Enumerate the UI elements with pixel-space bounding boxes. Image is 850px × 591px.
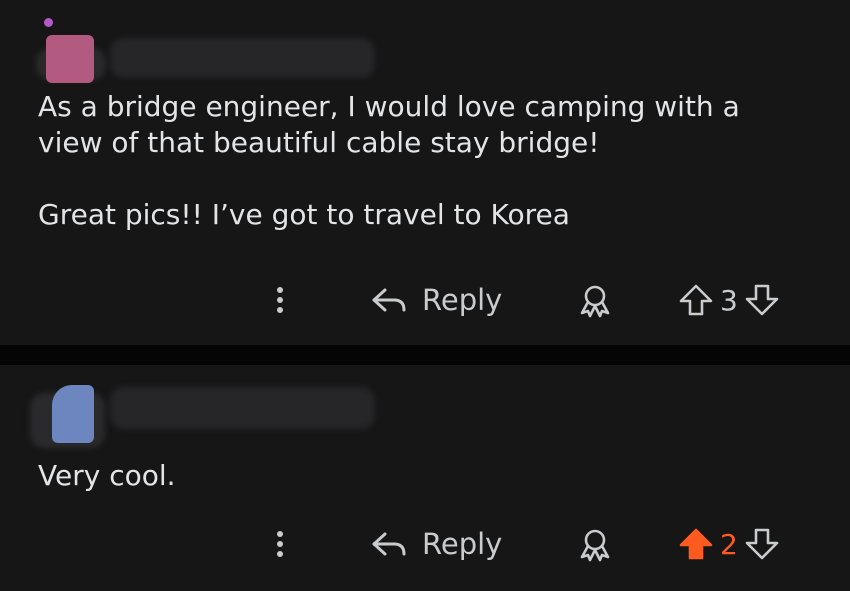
more-options-button[interactable] bbox=[268, 270, 292, 330]
award-icon bbox=[580, 529, 610, 562]
more-vertical-icon-dot bbox=[277, 307, 283, 313]
reply-label: Reply bbox=[422, 283, 503, 317]
upvote-arrow-icon[interactable] bbox=[678, 282, 714, 318]
award-button[interactable] bbox=[577, 526, 613, 562]
more-vertical-icon-dot bbox=[277, 297, 283, 303]
action-bar: Reply 3 bbox=[0, 270, 850, 330]
vote-score: 2 bbox=[720, 527, 738, 561]
avatar[interactable] bbox=[46, 35, 94, 83]
reply-button[interactable]: Reply bbox=[370, 514, 502, 574]
more-vertical-icon-dot bbox=[277, 541, 283, 547]
comment-1: As a bridge engineer, I would love campi… bbox=[0, 0, 850, 345]
reply-arrow-icon bbox=[372, 532, 406, 556]
comment-body: Very cool. bbox=[38, 459, 176, 492]
reply-button[interactable]: Reply bbox=[370, 270, 502, 330]
more-vertical-icon-dot bbox=[277, 551, 283, 557]
reply-label: Reply bbox=[422, 527, 503, 561]
vote-score: 3 bbox=[720, 283, 738, 317]
action-bar: Reply 2 bbox=[0, 514, 850, 574]
more-vertical-icon bbox=[277, 531, 283, 537]
more-vertical-icon bbox=[277, 287, 283, 293]
award-icon bbox=[580, 285, 610, 318]
vote-controls: 3 bbox=[678, 270, 780, 330]
vote-controls: 2 bbox=[678, 514, 780, 574]
comment-body: As a bridge engineer, I would love campi… bbox=[38, 90, 740, 231]
avatar-badge bbox=[44, 18, 53, 27]
comment-separator bbox=[0, 345, 850, 365]
downvote-arrow-icon[interactable] bbox=[744, 526, 780, 562]
redacted-username bbox=[110, 387, 375, 429]
reply-arrow-icon bbox=[372, 288, 406, 312]
upvote-arrow-icon[interactable] bbox=[678, 526, 714, 562]
avatar[interactable] bbox=[52, 385, 94, 443]
more-options-button[interactable] bbox=[268, 514, 292, 574]
comment-2: Very cool. Reply 2 bbox=[0, 365, 850, 591]
award-button[interactable] bbox=[577, 282, 613, 318]
redacted-username bbox=[110, 38, 375, 78]
downvote-arrow-icon[interactable] bbox=[744, 282, 780, 318]
